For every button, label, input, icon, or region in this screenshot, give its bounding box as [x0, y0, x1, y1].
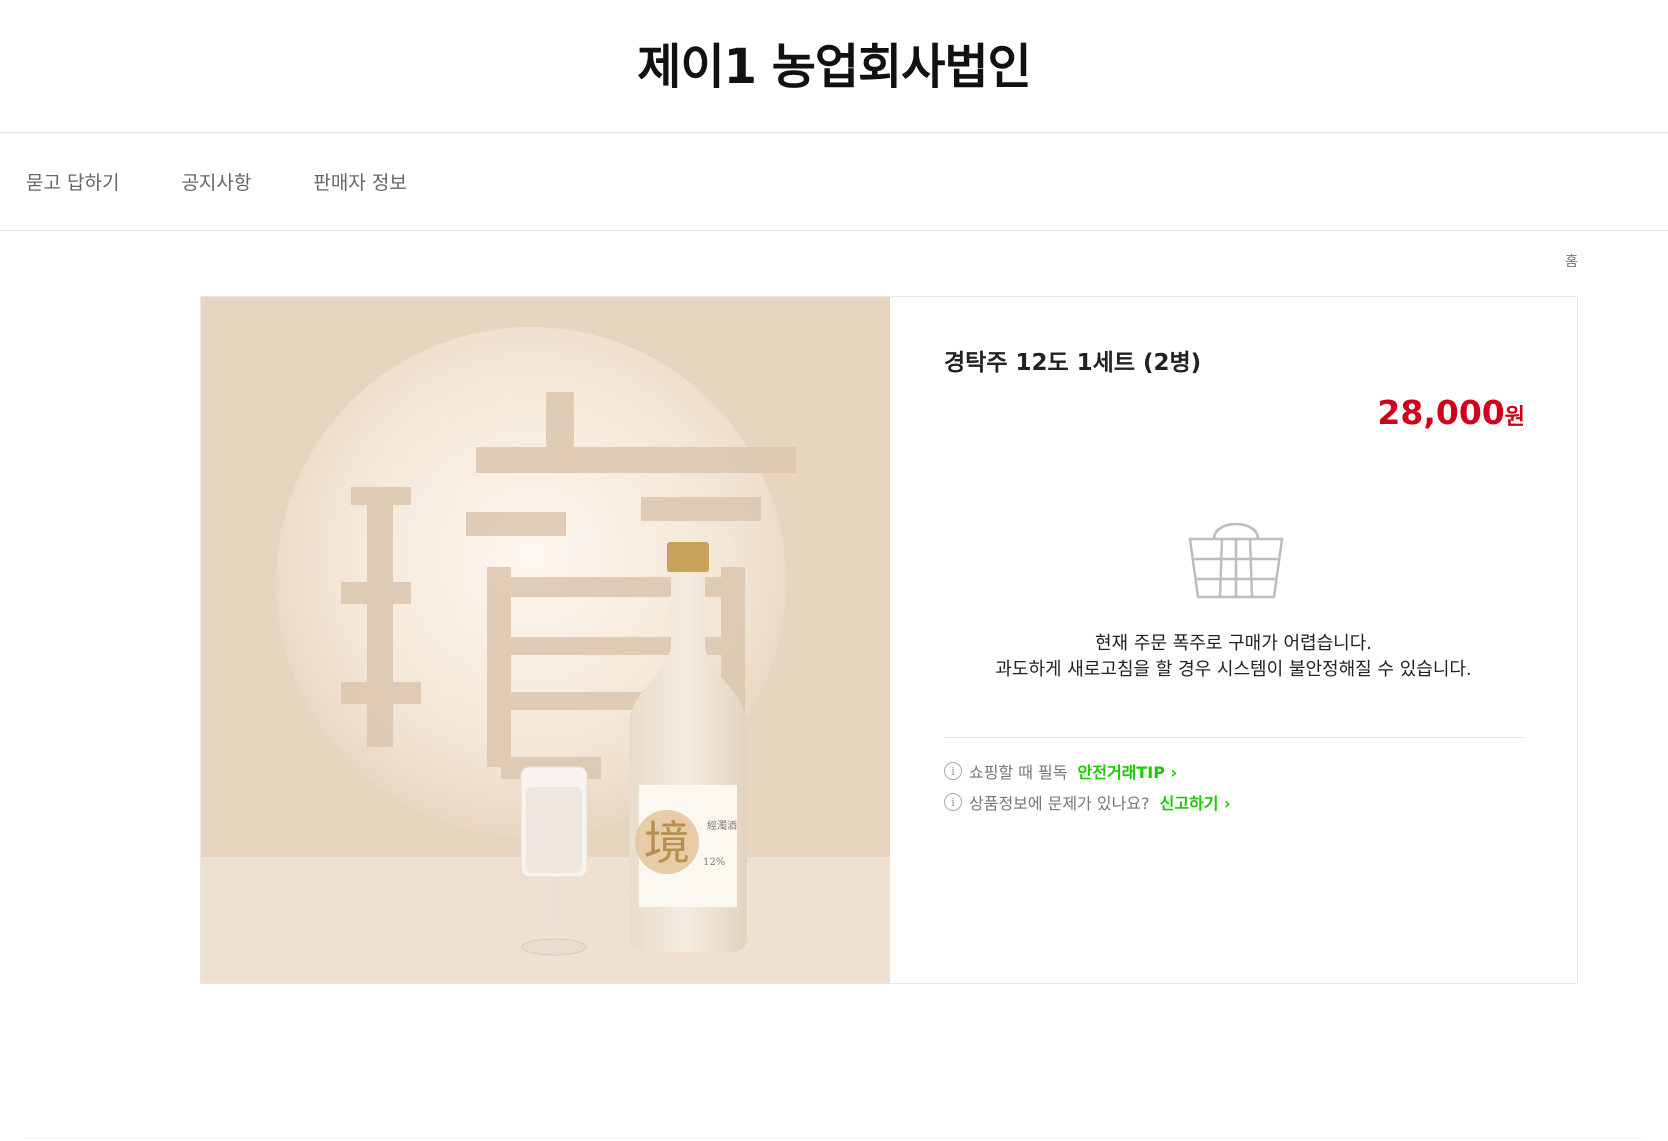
divider	[944, 737, 1525, 738]
basket-icon	[1186, 509, 1286, 605]
store-title[interactable]: 제이1 농업회사법인	[637, 27, 1031, 97]
store-nav: 묻고 답하기 공지사항 판매자 정보	[0, 133, 1668, 231]
info-icon: i	[944, 793, 962, 811]
safe-trade-notice: i 쇼핑할 때 필독 안전거래TIP ›	[944, 759, 1177, 783]
product-price: 28,000원	[1377, 393, 1525, 432]
store-header: 제이1 농업회사법인	[0, 0, 1668, 133]
soldout-message: 현재 주문 폭주로 구매가 어렵습니다. 과도하게 새로고침을 할 경우 시스템…	[890, 631, 1577, 683]
report-notice: i 상품정보에 문제가 있나요? 신고하기 ›	[944, 790, 1231, 814]
nav-item-qna[interactable]: 묻고 답하기	[26, 168, 119, 195]
soldout-line-1: 현재 주문 폭주로 구매가 어렵습니다.	[1094, 633, 1372, 654]
soldout-line-2: 과도하게 새로고침을 할 경우 시스템이 불안정해질 수 있습니다.	[995, 659, 1472, 680]
info-icon: i	[944, 762, 962, 780]
nav-item-notice[interactable]: 공지사항	[181, 168, 251, 195]
price-amount: 28,000	[1377, 393, 1505, 432]
report-text: 상품정보에 문제가 있나요?	[969, 794, 1150, 813]
product-image[interactable]: 境 經濁酒 12%	[201, 297, 890, 983]
product-card: 境 經濁酒 12% 경탁주 12도 1세트 (2병) 28,000원 현재 주문…	[200, 296, 1578, 984]
safe-trade-tip-link[interactable]: 안전거래TIP ›	[1078, 759, 1178, 783]
svg-text:12%: 12%	[703, 857, 725, 868]
safe-trade-text: 쇼핑할 때 필독	[969, 763, 1068, 782]
price-unit: 원	[1504, 405, 1525, 430]
nav-item-seller-info[interactable]: 판매자 정보	[313, 168, 406, 195]
breadcrumb-home-link[interactable]: 홈	[1565, 251, 1578, 271]
svg-text:境: 境	[644, 816, 690, 870]
product-photo: 境 經濁酒 12%	[201, 297, 890, 983]
product-name: 경탁주 12도 1세트 (2병)	[944, 350, 1202, 376]
product-info: 경탁주 12도 1세트 (2병) 28,000원 현재 주문 폭주로 구매가 어…	[890, 297, 1577, 983]
footer-divider	[26, 1138, 1642, 1139]
svg-text:經濁酒: 經濁酒	[707, 819, 737, 832]
report-link[interactable]: 신고하기 ›	[1160, 790, 1231, 814]
